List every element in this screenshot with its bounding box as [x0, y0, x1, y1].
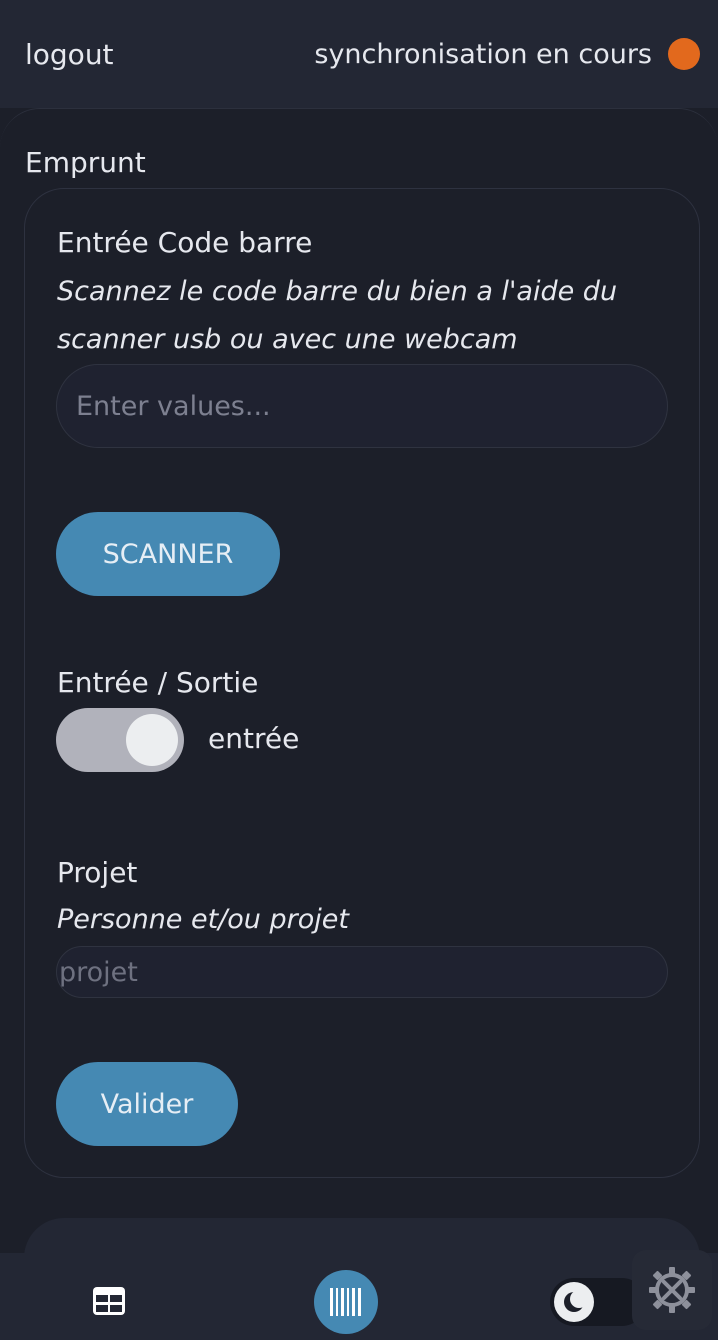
- direction-toggle[interactable]: [56, 708, 184, 772]
- sync-status-text: synchronisation en cours: [314, 38, 652, 70]
- barcode-hint: Scannez le code barre du bien a l'aide d…: [57, 276, 618, 355]
- barcode-placeholder: Enter values...: [76, 390, 271, 422]
- settings-tools-button[interactable]: [632, 1250, 712, 1330]
- project-placeholder: projet: [59, 956, 138, 988]
- settings-tools-icon: [649, 1267, 695, 1313]
- direction-label: Entrée / Sortie: [57, 666, 259, 699]
- project-input[interactable]: projet: [56, 946, 668, 998]
- direction-value: entrée: [208, 722, 300, 755]
- section-title: Emprunt: [25, 146, 146, 179]
- sync-indicator-dot: [668, 38, 700, 70]
- scanner-button[interactable]: SCANNER: [56, 512, 280, 596]
- toggle-knob: [126, 714, 178, 766]
- logout-link[interactable]: logout: [25, 38, 114, 71]
- barcode-nav-button[interactable]: [314, 1270, 378, 1334]
- moon-knob: [554, 1282, 594, 1322]
- barcode-label: Entrée Code barre: [57, 226, 313, 259]
- barcode-input[interactable]: Enter values...: [56, 364, 668, 448]
- project-label: Projet: [57, 856, 138, 889]
- moon-icon: [564, 1290, 587, 1312]
- project-hint: Personne et/ou projet: [57, 904, 349, 935]
- barcode-icon: [330, 1288, 361, 1316]
- table-icon[interactable]: [92, 1286, 126, 1316]
- top-bar: logout synchronisation en cours: [0, 0, 718, 108]
- sync-status: synchronisation en cours: [314, 38, 700, 70]
- validate-button[interactable]: Valider: [56, 1062, 238, 1146]
